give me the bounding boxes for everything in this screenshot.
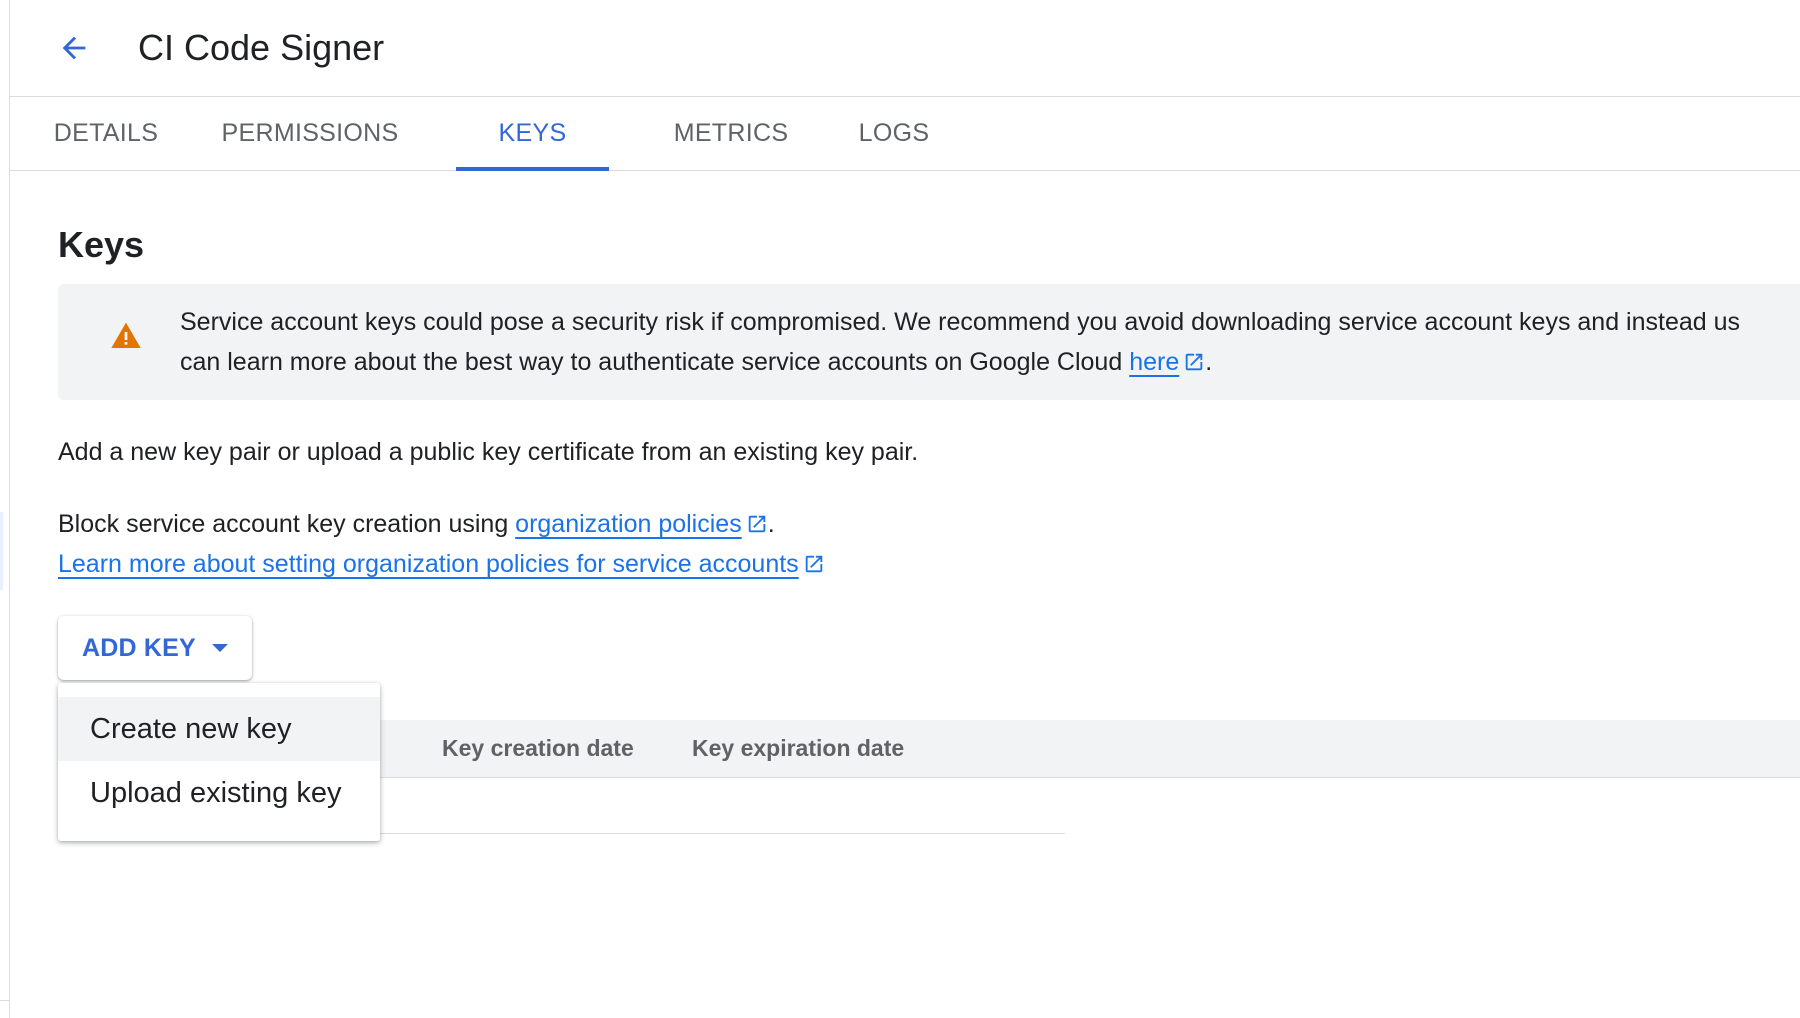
block-keys-suffix: . [767,510,775,538]
column-header-key-creation-date[interactable]: Key creation date [442,720,634,777]
menu-item-upload-existing-key[interactable]: Upload existing key [58,761,380,825]
external-link-icon [748,515,765,533]
header: CI Code Signer [10,0,1800,97]
external-link-icon [1185,353,1203,371]
left-accent [0,512,3,590]
menu-item-create-new-key[interactable]: Create new key [58,697,380,761]
here-link[interactable]: here [1129,348,1179,376]
tab-logs[interactable]: LOGS [846,97,942,170]
warning-text: Service account keys could pose a securi… [180,302,1800,382]
tab-permissions[interactable]: PERMISSIONS [212,97,408,170]
block-keys-text: Block service account key creation using… [58,504,775,544]
organization-policies-link[interactable]: organization policies [515,510,742,538]
learn-more-org-policies-link[interactable]: Learn more about setting organization po… [58,550,799,578]
page-title: CI Code Signer [138,27,385,68]
tab-bar: DETAILS PERMISSIONS KEYS METRICS LOGS [10,97,1800,171]
add-key-menu: Create new key Upload existing key [58,683,380,841]
back-button[interactable] [46,20,102,76]
warning-line-2: can learn more about the best way to aut… [180,342,1800,382]
add-key-button[interactable]: ADD KEY [58,616,252,680]
table-bottom-divider [380,833,1065,834]
external-link-icon [805,555,822,573]
block-keys-prefix: Block service account key creation using [58,510,516,538]
left-divider [0,1000,9,1001]
security-warning-banner: Service account keys could pose a securi… [58,284,1800,400]
learn-more-line: Learn more about setting organization po… [58,544,825,584]
arrow-back-icon [62,36,86,60]
tab-details[interactable]: DETAILS [52,97,160,170]
page: CI Code Signer DETAILS PERMISSIONS KEYS … [0,0,1800,1018]
column-header-key-expiration-date[interactable]: Key expiration date [692,720,904,777]
tab-keys[interactable]: KEYS [456,97,609,171]
section-title: Keys [58,224,145,265]
menu-item-label: Create new key [90,712,292,745]
menu-item-label: Upload existing key [90,776,342,809]
warning-line-1: Service account keys could pose a securi… [180,308,1741,336]
tab-metrics[interactable]: METRICS [658,97,804,170]
warning-line-2-end: . [1205,348,1213,376]
warning-line-2-text: can learn more about the best way to aut… [180,348,1130,376]
intro-text: Add a new key pair or upload a public ke… [58,438,919,466]
warning-triangle-icon [111,322,141,348]
keys-table-header: Key creation date Key expiration date [380,720,1800,778]
add-key-label: ADD KEY [82,633,196,662]
caret-down-icon [211,644,228,652]
